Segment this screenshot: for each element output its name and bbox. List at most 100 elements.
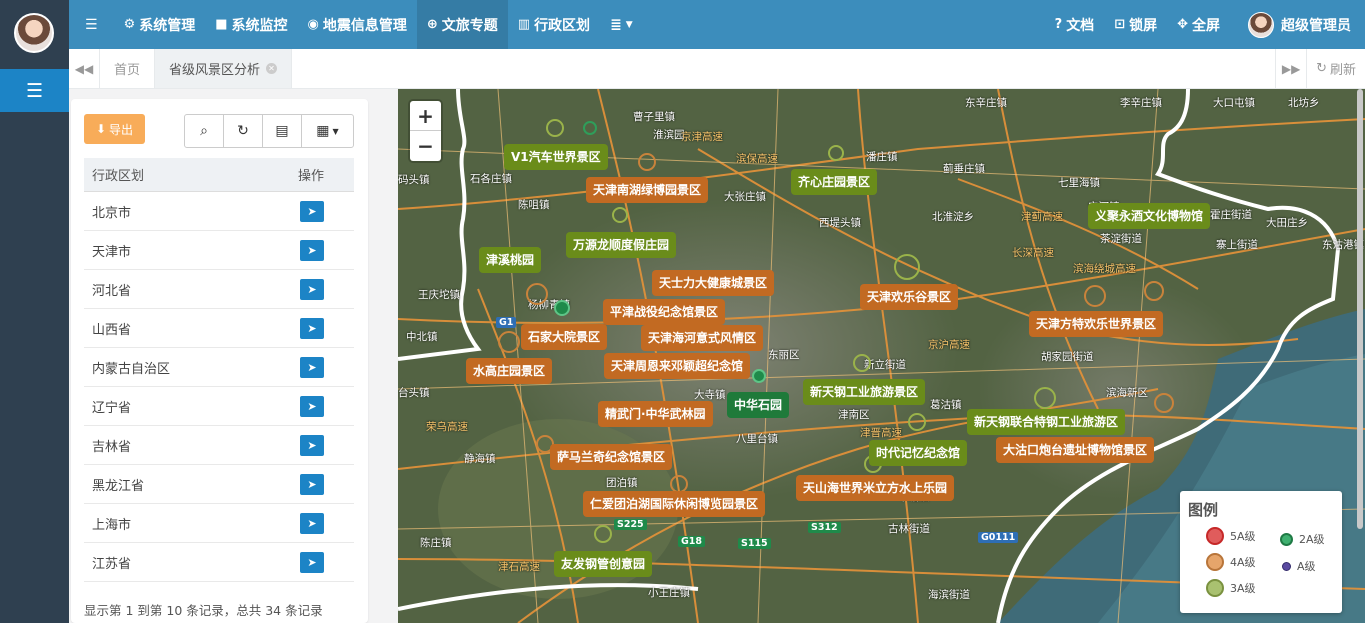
scenic-label[interactable]: 天津方特欢乐世界景区	[1029, 311, 1164, 337]
locate-button[interactable]: ➤	[300, 473, 324, 495]
avatar[interactable]	[14, 13, 54, 53]
table-row: 辽宁省 ➤	[84, 387, 354, 426]
zoom-out-button[interactable]: −	[410, 131, 441, 161]
scenic-marker[interactable]	[1154, 393, 1174, 413]
scenic-label[interactable]: 新天钢工业旅游景区	[803, 379, 926, 405]
scenic-marker[interactable]	[1144, 281, 1164, 301]
scenic-marker[interactable]	[828, 145, 844, 161]
scenic-marker[interactable]	[554, 300, 570, 316]
nav-culture-tourism[interactable]: ⊕ 文旅专题	[416, 0, 508, 49]
locate-button[interactable]: ➤	[300, 278, 324, 300]
paper-plane-icon: ➤	[307, 360, 317, 374]
nav-lock-screen[interactable]: ⊡ 锁屏	[1104, 0, 1167, 49]
locate-button[interactable]: ➤	[300, 551, 324, 573]
table-row: 上海市 ➤	[84, 504, 354, 543]
tab-scenic-analysis[interactable]: 省级风景区分析 ✕	[155, 49, 293, 88]
scenic-label[interactable]: 大沽口炮台遗址博物馆景区	[996, 437, 1155, 463]
scenic-label[interactable]: 万源龙顺度假庄园	[566, 232, 677, 258]
fullscreen-icon: ✥	[1177, 17, 1188, 32]
scenic-label[interactable]: 友发钢管创意园	[554, 551, 653, 577]
user-menu[interactable]: 超级管理员	[1238, 0, 1365, 49]
column-header-action[interactable]: 操作	[298, 165, 354, 184]
scenic-label[interactable]: 水高庄园景区	[466, 358, 553, 384]
legend-item-2a: 2A级	[1280, 531, 1325, 547]
export-button[interactable]: ⬇ 导出	[84, 114, 145, 144]
column-header-region[interactable]: 行政区划	[84, 165, 298, 184]
scenic-label[interactable]: 天山海世界米立方水上乐园	[796, 475, 955, 501]
nav-system-monitor[interactable]: ■ 系统监控	[205, 0, 297, 49]
scenic-marker[interactable]	[908, 413, 926, 431]
scenic-marker[interactable]	[594, 525, 612, 543]
scenic-label[interactable]: 天津海河意式风情区	[641, 325, 764, 351]
scenic-label[interactable]: 时代记忆纪念馆	[869, 440, 968, 466]
nav-administrative-division[interactable]: ▥ 行政区划	[508, 0, 600, 49]
table-row: 河北省 ➤	[84, 270, 354, 309]
lock-icon: ⊡	[1114, 17, 1126, 32]
highway-shield: S312	[808, 522, 841, 533]
scenic-marker[interactable]	[752, 369, 766, 383]
place-label: 淮滨园	[653, 129, 685, 141]
locate-button[interactable]: ➤	[300, 512, 324, 534]
scenic-label[interactable]: 精武门·中华武林园	[598, 401, 713, 427]
columns-dropdown-button[interactable]: ▦ ▼	[302, 115, 353, 147]
scenic-label[interactable]: 津溪桃园	[479, 247, 542, 273]
tab-scroll-left-button[interactable]: ◀◀	[69, 49, 100, 88]
locate-button[interactable]: ➤	[300, 200, 324, 222]
locate-button[interactable]: ➤	[300, 239, 324, 261]
place-label: 大寺镇	[694, 389, 726, 401]
scenic-label[interactable]: 萨马兰奇纪念馆景区	[550, 444, 673, 470]
scenic-marker[interactable]	[894, 254, 920, 280]
tab-scroll-right-button[interactable]: ▶▶	[1275, 49, 1306, 88]
table-row: 黑龙江省 ➤	[84, 465, 354, 504]
scenic-marker[interactable]	[546, 119, 564, 137]
refresh-table-button[interactable]: ↻	[224, 115, 263, 147]
locate-button[interactable]: ➤	[300, 434, 324, 456]
question-icon: ?	[1054, 17, 1063, 32]
scenic-label[interactable]: 齐心庄园景区	[791, 169, 878, 195]
refresh-button[interactable]: ↻ 刷新	[1306, 49, 1365, 88]
scenic-label[interactable]: 仁爱团泊湖国际休闲博览园景区	[583, 491, 766, 517]
map-view[interactable]: + − 曹子里镇 东辛庄镇 李辛庄镇 大口屯镇 北坊乡 码头镇 石各庄镇 陈咀镇…	[398, 89, 1365, 623]
refresh-icon: ↻	[237, 123, 249, 139]
scenic-marker[interactable]	[1034, 387, 1056, 409]
scenic-marker[interactable]	[638, 153, 656, 171]
nav-earthquake-info[interactable]: ◉ 地震信息管理	[298, 0, 417, 49]
locate-button[interactable]: ➤	[300, 356, 324, 378]
scenic-label[interactable]: 平津战役纪念馆景区	[603, 299, 726, 325]
scenic-label[interactable]: V1汽车世界景区	[504, 144, 608, 170]
scenic-marker[interactable]	[1084, 285, 1106, 307]
scenic-label[interactable]: 义聚永酒文化博物馆	[1088, 203, 1211, 229]
place-label: 曹子里镇	[633, 111, 675, 123]
scenic-label[interactable]: 中华石园	[727, 392, 790, 418]
scenic-marker[interactable]	[498, 331, 520, 353]
scenic-marker[interactable]	[612, 207, 628, 223]
locate-button[interactable]: ➤	[300, 317, 324, 339]
scenic-label[interactable]: 石家大院景区	[521, 324, 608, 350]
scenic-label[interactable]: 天津周恩来邓颖超纪念馆	[604, 353, 751, 379]
scrollbar[interactable]	[1357, 89, 1363, 529]
scenic-label[interactable]: 天津欢乐谷景区	[860, 284, 959, 310]
place-label: 团泊镇	[606, 477, 638, 489]
search-button[interactable]: ⌕	[185, 115, 224, 147]
nav-system-management[interactable]: ⚙ 系统管理	[114, 0, 206, 49]
close-icon[interactable]: ✕	[266, 63, 278, 74]
road-label: 京沪高速	[928, 339, 970, 351]
nav-fullscreen[interactable]: ✥ 全屏	[1167, 0, 1238, 49]
menu-toggle-button[interactable]: ☰	[0, 69, 69, 112]
nav-docs[interactable]: ? 文档	[1045, 0, 1105, 49]
road-label: 津石高速	[498, 561, 540, 573]
scenic-label[interactable]: 天津南湖绿博园景区	[586, 177, 709, 203]
nav-toggle-button[interactable]: ☰	[69, 0, 114, 49]
scenic-marker[interactable]	[526, 283, 548, 305]
toggle-view-button[interactable]: ▤	[263, 115, 302, 147]
scenic-marker[interactable]	[853, 354, 871, 372]
zoom-in-button[interactable]: +	[410, 101, 441, 131]
place-label: 津南区	[838, 409, 870, 421]
scenic-label[interactable]: 新天钢联合特钢工业旅游区	[967, 409, 1126, 435]
nav-more-dropdown[interactable]: ≣ ▼	[600, 0, 643, 49]
paper-plane-icon: ➤	[307, 243, 317, 257]
tab-home[interactable]: 首页	[100, 49, 156, 88]
scenic-label[interactable]: 天士力大健康城景区	[652, 270, 775, 296]
locate-button[interactable]: ➤	[300, 395, 324, 417]
scenic-marker[interactable]	[583, 121, 597, 135]
